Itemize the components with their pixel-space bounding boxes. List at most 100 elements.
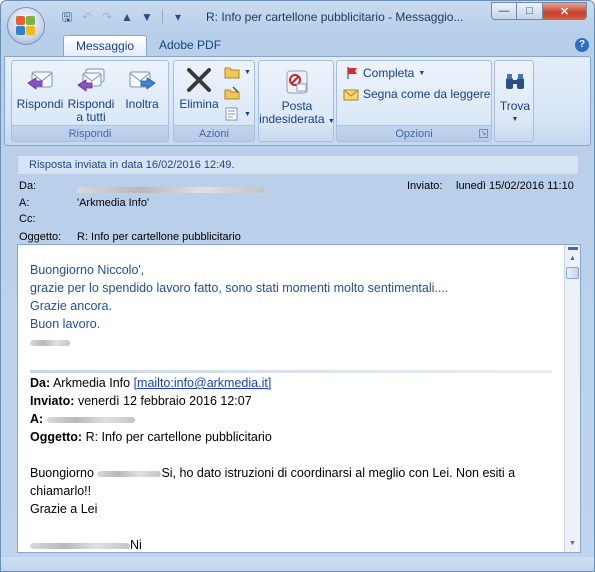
opzioni-dialog-launcher-icon[interactable]: ↘ xyxy=(479,129,488,138)
forward-button[interactable]: Inoltra xyxy=(118,65,166,111)
quoted-subject-line: Oggetto: R: Info per cartellone pubblici… xyxy=(30,428,556,446)
to-value[interactable]: 'Arkmedia Info' xyxy=(77,197,149,209)
ribbon: Rispondi Rispondi a tutti Inoltra Rispon… xyxy=(4,56,591,146)
quoted-to-label: A: xyxy=(30,412,44,426)
group-azioni: Elimina ▼ ▼ Azioni xyxy=(173,60,255,142)
create-rule-button[interactable] xyxy=(224,86,240,100)
save-icon[interactable]: 🖫 xyxy=(59,9,75,25)
quoted-greeting-start: Buongiorno xyxy=(30,466,94,480)
subject-value: R: Info per cartellone pubblicitario xyxy=(77,231,241,243)
body-line-2: Grazie ancora. xyxy=(30,299,112,313)
reply-all-button[interactable]: Rispondi a tutti xyxy=(65,65,117,124)
message-body[interactable]: Buongiorno Niccolo', grazie per lo spend… xyxy=(17,244,581,553)
tab-messaggio[interactable]: Messaggio xyxy=(63,35,148,57)
delete-label: Elimina xyxy=(179,97,219,111)
quoted-to-line: A: xyxy=(30,410,556,428)
quoted-sent-value: venerdì 12 febbraio 2016 12:07 xyxy=(77,394,252,408)
reply-button[interactable]: Rispondi xyxy=(15,65,65,111)
scrollbar-top-marker xyxy=(568,247,578,250)
junk-label-line2: indesiderata xyxy=(259,112,325,126)
to-label: A: xyxy=(19,197,30,209)
body-scrollbar[interactable]: ▲ ▼ xyxy=(564,245,580,552)
reply-all-icon xyxy=(77,68,105,92)
quoted-from-name: Arkmedia Info xyxy=(52,376,131,390)
group-rispondi: Rispondi Rispondi a tutti Inoltra Rispon… xyxy=(11,60,169,142)
quoted-sent-line: Inviato: venerdì 12 febbraio 2016 12:07 xyxy=(30,392,556,410)
quoted-closing: Grazie a Lei xyxy=(30,502,98,516)
binoculars-icon xyxy=(506,74,524,89)
quoted-from-label: Da: xyxy=(30,376,51,390)
redo-icon[interactable]: ↷ xyxy=(99,9,115,25)
quoted-subject-value: R: Info per cartellone pubblicitario xyxy=(85,430,272,444)
undo-icon[interactable]: ↶ xyxy=(79,9,95,25)
sent-label: Inviato: xyxy=(407,180,443,192)
junk-mail-button[interactable]: Posta indesiderata ▼ xyxy=(259,67,335,128)
other-actions-icon xyxy=(225,107,238,121)
group-label-rispondi: Rispondi xyxy=(12,125,168,141)
find-button[interactable]: Trova ▼ xyxy=(495,67,535,126)
quoted-from-line: Da: Arkmedia Info [mailto:info@arkmedia.… xyxy=(30,374,556,392)
reply-label: Rispondi xyxy=(16,97,64,111)
delete-button[interactable]: Elimina xyxy=(176,65,222,111)
quoted-sent-label: Inviato: xyxy=(30,394,75,408)
rule-icon xyxy=(224,86,240,100)
tab-adobe-pdf[interactable]: Adobe PDF xyxy=(147,35,233,57)
quick-access-toolbar: 🖫 ↶ ↷ ▲ ▼ ▾ xyxy=(59,9,186,25)
office-logo-icon xyxy=(16,16,36,36)
qat-separator xyxy=(162,10,163,24)
cc-label: Cc: xyxy=(19,213,36,225)
ribbon-tabs: Messaggio Adobe PDF ? xyxy=(1,35,594,57)
help-icon[interactable]: ? xyxy=(575,38,589,52)
unread-envelope-icon xyxy=(343,89,359,101)
scroll-up-arrow-icon[interactable]: ▲ xyxy=(566,253,579,265)
quote-separator xyxy=(30,370,552,373)
scrollbar-thumb[interactable] xyxy=(566,267,579,279)
from-label: Da: xyxy=(19,180,37,192)
office-button[interactable] xyxy=(7,7,45,45)
up-arrow-icon[interactable]: ▲ xyxy=(119,9,135,25)
junk-caret-icon: ▼ xyxy=(327,118,335,125)
complete-flag-button[interactable]: Completa ▼ xyxy=(345,66,425,80)
scroll-down-arrow-icon[interactable]: ▼ xyxy=(566,538,579,550)
mailto-link[interactable]: [mailto:info@arkmedia.it] xyxy=(134,376,272,390)
group-opzioni: Completa ▼ Segna come da leggere Opzioni… xyxy=(336,60,492,142)
other-actions-button[interactable]: ▼ xyxy=(224,107,251,121)
quoted-greeting: Buongiorno Si, ho dato istruzioni di coo… xyxy=(30,464,556,500)
junk-mail-icon xyxy=(286,70,308,94)
window-title: R: Info per cartellone pubblicitario - M… xyxy=(206,10,464,24)
group-junk: Posta indesiderata ▼ xyxy=(258,60,335,142)
mark-unread-label: Segna come da leggere xyxy=(363,87,491,101)
forward-icon xyxy=(129,71,156,90)
info-bar: Risposta inviata in data 16/02/2016 12:4… xyxy=(17,155,579,175)
forward-label: Inoltra xyxy=(125,97,159,111)
close-button[interactable]: ✕ xyxy=(543,2,587,20)
quoted-signature: Ni xyxy=(30,536,556,552)
group-label-opzioni: Opzioni xyxy=(337,125,491,141)
body-line-1: grazie per lo spendido lavoro fatto, son… xyxy=(30,281,449,295)
complete-label: Completa xyxy=(363,66,415,80)
find-caret-icon: ▼ xyxy=(511,116,519,123)
reply-all-label-line2: a tutti xyxy=(76,110,106,124)
body-greeting: Buongiorno Niccolo', xyxy=(30,263,145,277)
move-folder-icon xyxy=(224,67,240,79)
move-to-folder-button[interactable]: ▼ xyxy=(224,65,251,79)
sent-value: lunedì 15/02/2016 11:10 xyxy=(456,180,574,192)
body-line-3: Buon lavoro. xyxy=(30,317,101,331)
window-controls: — □ ✕ xyxy=(491,2,587,20)
quoted-name-redacted xyxy=(97,470,162,477)
from-value-redacted xyxy=(77,184,265,196)
group-label-azioni: Azioni xyxy=(174,125,254,141)
find-label: Trova xyxy=(499,99,531,113)
minimize-button[interactable]: — xyxy=(491,2,517,20)
status-bar xyxy=(1,557,594,571)
mark-unread-button[interactable]: Segna come da leggere xyxy=(343,87,490,101)
down-arrow-icon[interactable]: ▼ xyxy=(139,9,155,25)
quoted-subject-label: Oggetto: xyxy=(30,430,83,444)
outlook-message-window: 🖫 ↶ ↷ ▲ ▼ ▾ R: Info per cartellone pubbl… xyxy=(0,0,595,572)
quoted-signature-redacted xyxy=(30,542,130,549)
maximize-button[interactable]: □ xyxy=(517,2,543,20)
message-content: Buongiorno Niccolo', grazie per lo spend… xyxy=(30,261,556,552)
quoted-to-redacted xyxy=(46,416,135,423)
delete-x-icon xyxy=(187,68,211,92)
customize-qat-icon[interactable]: ▾ xyxy=(170,9,186,25)
